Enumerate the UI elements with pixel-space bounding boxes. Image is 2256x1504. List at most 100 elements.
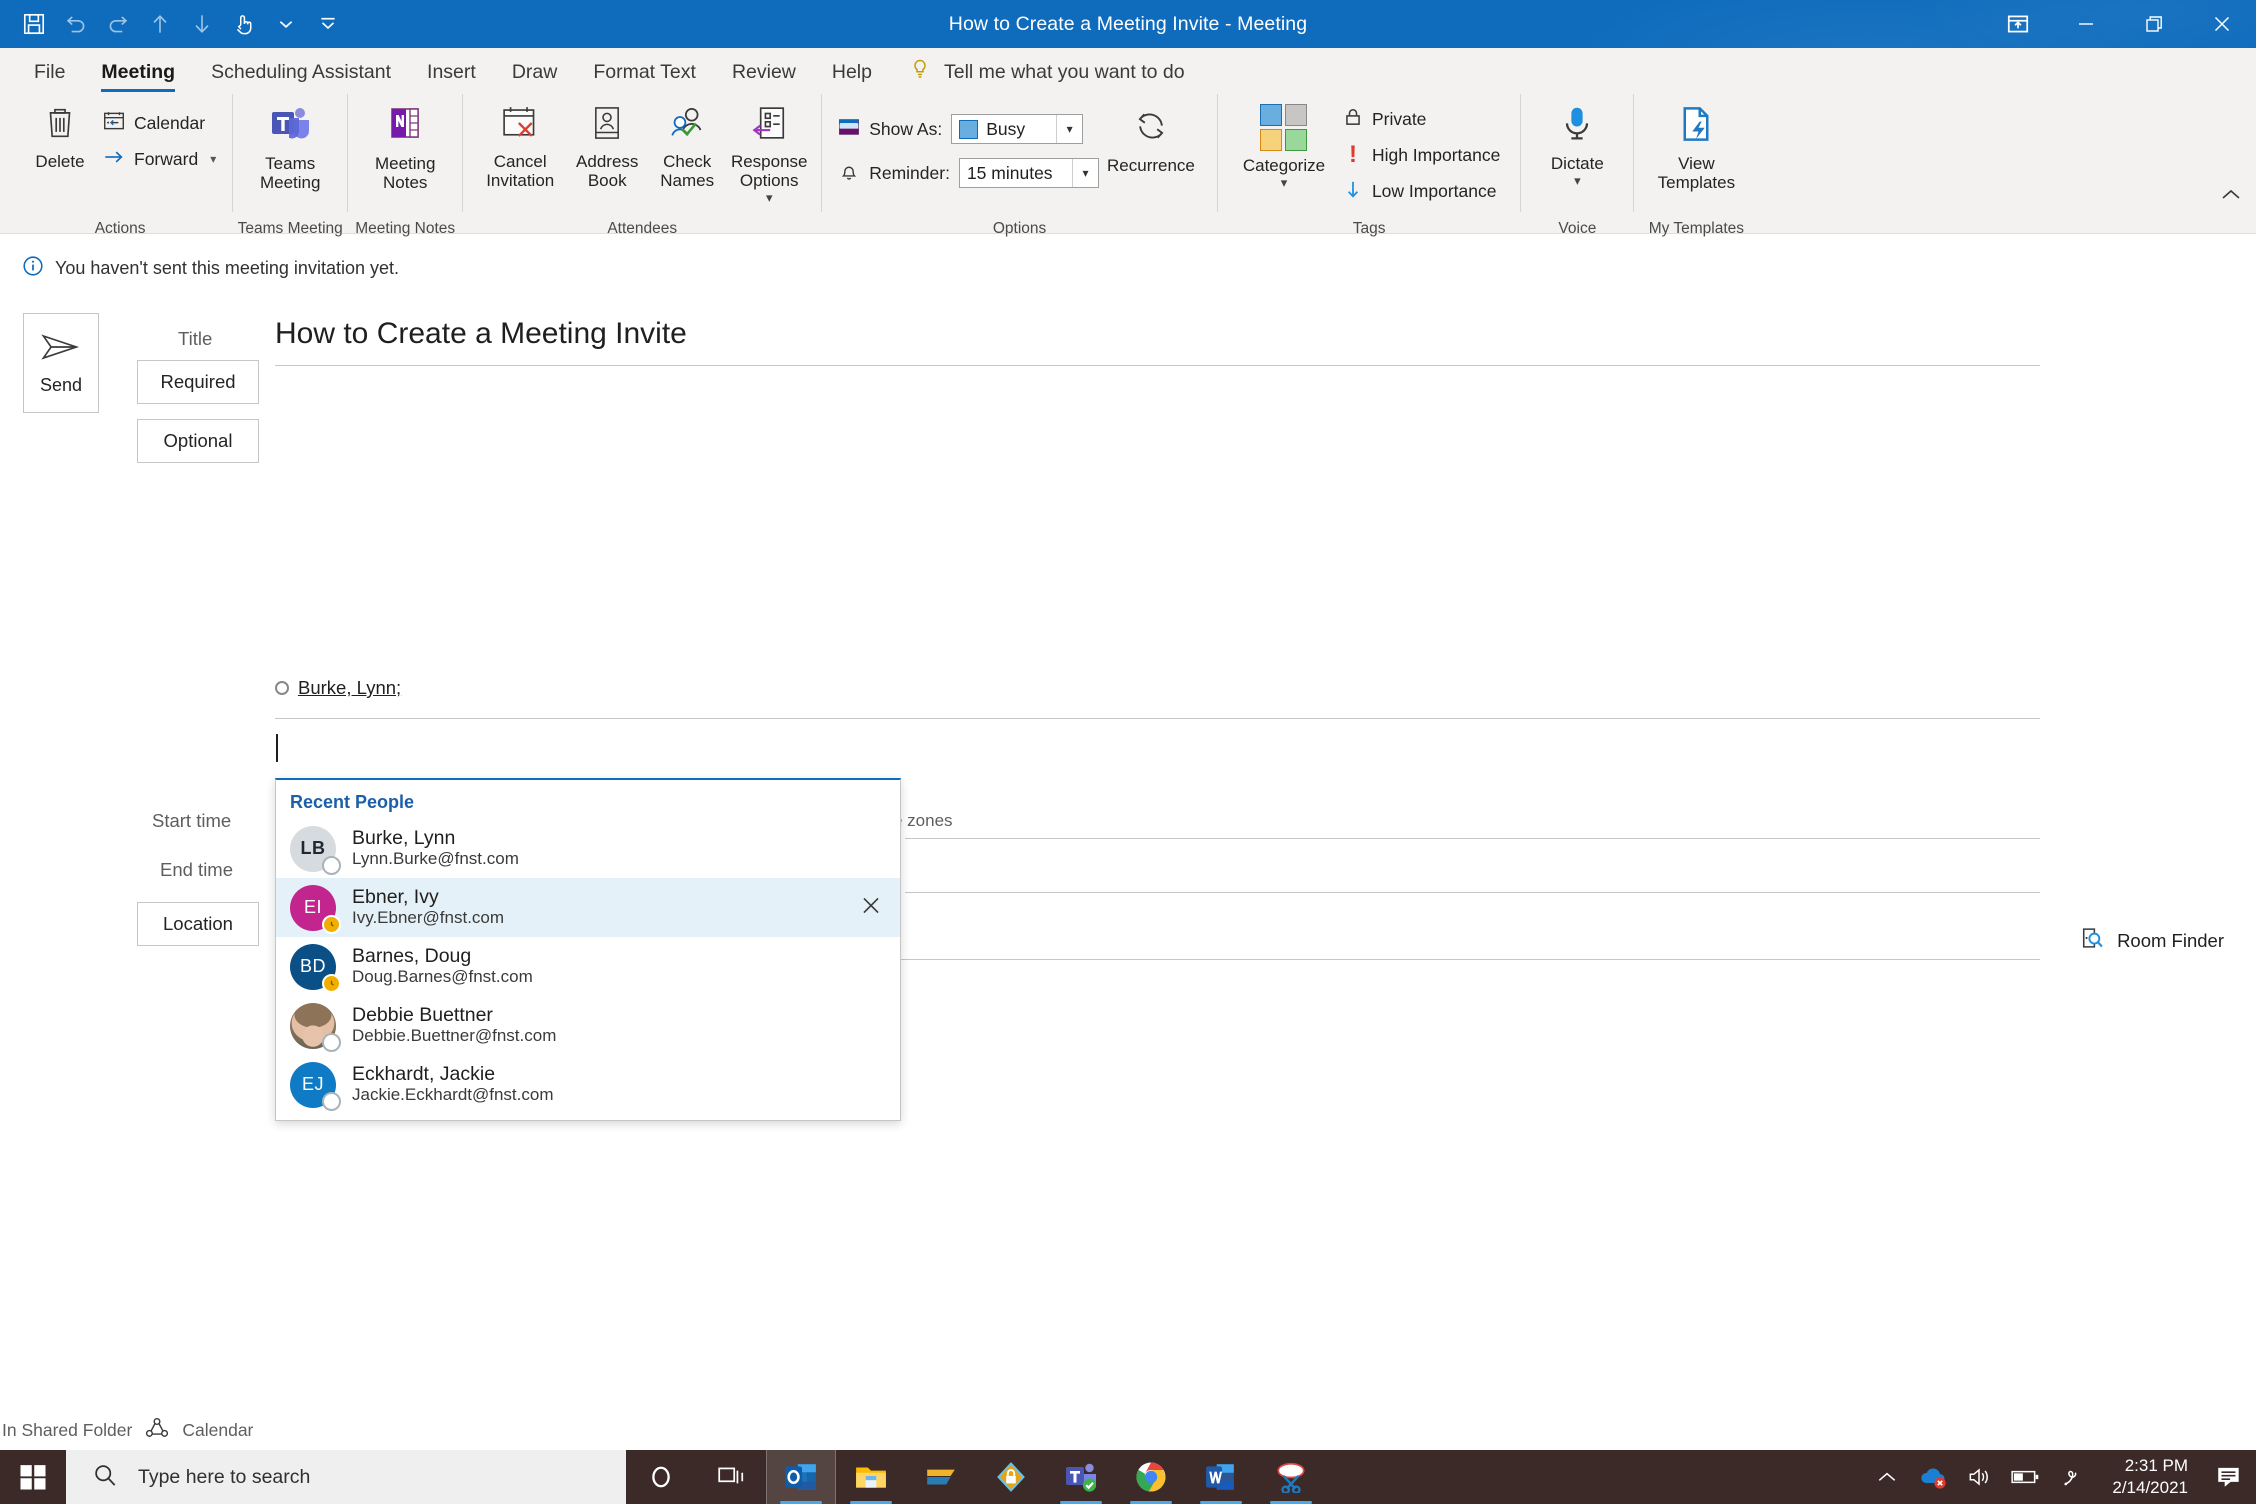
password-manager-icon[interactable] (976, 1450, 1046, 1504)
next-item-icon[interactable] (182, 4, 222, 44)
teams-meeting-button[interactable]: Teams Meeting (243, 98, 337, 202)
google-chrome-icon[interactable] (1116, 1450, 1186, 1504)
low-importance-button[interactable]: Low Importance (1336, 174, 1506, 208)
delete-button[interactable]: Delete (24, 98, 96, 202)
battery-icon[interactable] (2002, 1450, 2048, 1504)
view-templates-button[interactable]: View Templates (1644, 98, 1748, 202)
search-input[interactable]: Type here to search (66, 1450, 626, 1504)
customize-quick-access-toolbar-icon[interactable] (308, 4, 348, 44)
tab-draw[interactable]: Draw (494, 50, 576, 94)
ribbon-group-options: Show As: Busy ▾ Reminder: 15 minutes ▾ R… (821, 94, 1217, 237)
send-label: Send (39, 374, 83, 395)
avatar: EI (290, 884, 341, 934)
outlook-icon[interactable] (766, 1450, 836, 1504)
title-field-label: Title (178, 328, 213, 349)
collapse-ribbon-icon[interactable] (2220, 187, 2242, 208)
reminder-row: Reminder: 15 minutes ▾ (838, 154, 1099, 192)
tab-review[interactable]: Review (714, 50, 814, 94)
touch-mode-icon[interactable] (224, 4, 264, 44)
recurrence-button[interactable]: Recurrence (1099, 98, 1203, 202)
chevron-down-icon[interactable]: ▾ (766, 191, 773, 204)
chevron-down-icon[interactable]: ▾ (1281, 176, 1288, 189)
optional-attendees-input[interactable] (276, 734, 278, 762)
sharefile-icon[interactable] (906, 1450, 976, 1504)
microsoft-teams-icon[interactable] (1046, 1450, 1116, 1504)
view-templates-icon (1676, 104, 1716, 149)
high-importance-button[interactable]: ! High Importance (1336, 138, 1506, 172)
tab-file[interactable]: File (16, 50, 83, 94)
minimize-icon[interactable] (2052, 0, 2120, 48)
list-item[interactable]: EJ Eckhardt, Jackie Jackie.Eckhardt@fnst… (276, 1055, 900, 1114)
show-hidden-icons-icon[interactable] (1864, 1450, 1910, 1504)
clock[interactable]: 2:31 PM 2/14/2021 (2094, 1455, 2202, 1499)
address-book-label: Address Book (576, 152, 639, 191)
chevron-down-icon[interactable]: ▾ (1071, 159, 1098, 187)
required-button[interactable]: Required (137, 360, 259, 404)
calendar-button[interactable]: Calendar (96, 106, 222, 140)
address-book-icon (589, 104, 625, 147)
ribbon-display-options-icon[interactable] (1984, 0, 2052, 48)
redo-icon[interactable] (98, 4, 138, 44)
contact-email: Jackie.Eckhardt@fnst.com (352, 1085, 554, 1105)
close-icon[interactable] (2188, 0, 2256, 48)
cancel-invitation-button[interactable]: Cancel Invitation (473, 98, 567, 202)
chevron-down-icon[interactable]: ▾ (1056, 115, 1082, 143)
title-input[interactable]: How to Create a Meeting Invite (275, 317, 687, 351)
info-bar: You haven't sent this meeting invitation… (0, 247, 2256, 289)
chevron-down-icon[interactable] (266, 4, 306, 44)
show-as-select[interactable]: Busy ▾ (951, 114, 1084, 144)
chevron-down-icon[interactable]: ▾ (1574, 174, 1581, 187)
optional-button[interactable]: Optional (137, 419, 259, 463)
dictate-button[interactable]: Dictate ▾ (1531, 98, 1623, 202)
forward-button[interactable]: Forward ▾ (96, 142, 222, 176)
time-zones-label: e zones (893, 811, 953, 830)
location-button[interactable]: Location (137, 902, 259, 946)
volume-icon[interactable] (1956, 1450, 2002, 1504)
action-center-icon[interactable] (2202, 1450, 2256, 1504)
list-item[interactable]: LB Burke, Lynn Lynn.Burke@fnst.com (276, 819, 900, 878)
private-button[interactable]: Private (1336, 102, 1506, 136)
tab-insert[interactable]: Insert (409, 50, 494, 94)
close-icon[interactable] (858, 892, 884, 923)
trash-icon (41, 104, 79, 147)
reminder-select[interactable]: 15 minutes ▾ (958, 158, 1099, 188)
cortana-icon[interactable] (626, 1450, 696, 1504)
avatar: BD (290, 943, 341, 993)
tab-scheduling-assistant[interactable]: Scheduling Assistant (193, 50, 409, 94)
tab-meeting[interactable]: Meeting (83, 50, 193, 94)
restore-icon[interactable] (2120, 0, 2188, 48)
room-finder-button[interactable]: Room Finder (2079, 925, 2224, 956)
windows-start-icon[interactable] (0, 1450, 66, 1504)
task-view-icon[interactable] (696, 1450, 766, 1504)
required-attendees-input[interactable]: Burke, Lynn; (275, 677, 401, 699)
list-item[interactable]: BD Barnes, Doug Doug.Barnes@fnst.com (276, 937, 900, 996)
bell-icon (838, 160, 860, 187)
onedrive-error-icon[interactable] (1910, 1450, 1956, 1504)
previous-item-icon[interactable] (140, 4, 180, 44)
reminder-value: 15 minutes (966, 162, 1053, 183)
check-names-label: Check Names (660, 152, 715, 191)
list-item[interactable]: EI Ebner, Ivy Ivy.Ebner@fnst.com (276, 878, 900, 937)
group-label-my-templates: My Templates (1648, 220, 1745, 237)
shared-folder-label: In Shared Folder (2, 1419, 133, 1440)
word-icon[interactable] (1186, 1450, 1256, 1504)
response-options-button[interactable]: Response Options ▾ (727, 98, 811, 204)
list-item[interactable]: Debbie Buettner Debbie.Buettner@fnst.com (276, 996, 900, 1055)
delete-label: Delete (35, 152, 85, 171)
snipping-tool-icon[interactable] (1256, 1450, 1326, 1504)
contact-email: Debbie.Buettner@fnst.com (352, 1026, 557, 1046)
undo-icon[interactable] (56, 4, 96, 44)
tab-format-text[interactable]: Format Text (575, 50, 714, 94)
save-icon[interactable] (14, 4, 54, 44)
file-explorer-icon[interactable] (836, 1450, 906, 1504)
tab-help[interactable]: Help (814, 50, 890, 94)
categorize-button[interactable]: Categorize ▾ (1232, 98, 1336, 202)
check-names-button[interactable]: Check Names (647, 98, 727, 202)
address-book-button[interactable]: Address Book (567, 98, 647, 202)
meeting-notes-button[interactable]: Meeting Notes (358, 98, 452, 202)
send-button[interactable]: Send (23, 313, 99, 413)
chevron-down-icon[interactable]: ▾ (210, 152, 216, 166)
list-item-text: Eckhardt, Jackie Jackie.Eckhardt@fnst.co… (352, 1064, 554, 1104)
pen-menu-icon[interactable] (2048, 1450, 2094, 1504)
tell-me-search[interactable]: Tell me what you want to do (890, 50, 1203, 94)
